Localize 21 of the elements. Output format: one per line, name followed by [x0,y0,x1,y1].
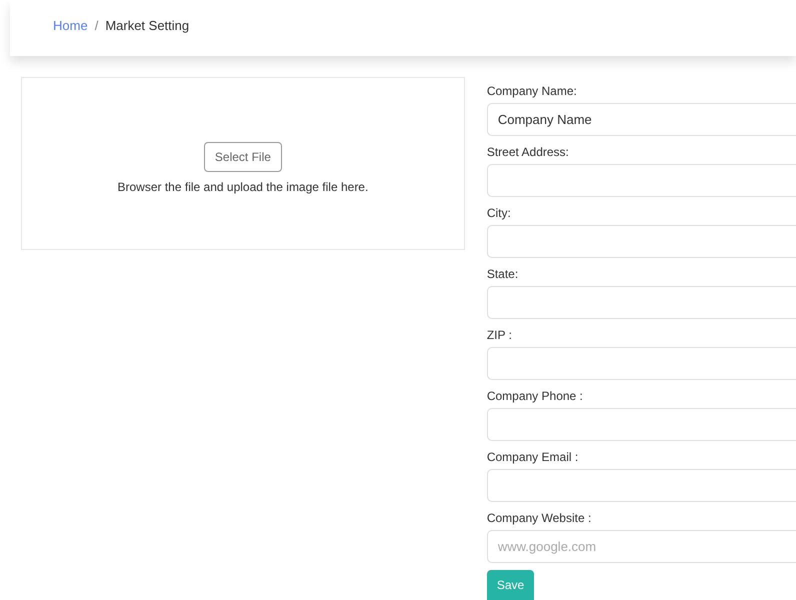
upload-hint: Browser the file and upload the image file here. [118,180,368,194]
input-field[interactable] [486,347,796,380]
input-field[interactable] [486,286,796,319]
breadcrumb-current: Market Setting [105,18,190,32]
input-field[interactable] [486,164,796,197]
select-file-button[interactable]: Select File [204,142,282,172]
field-label: ZIP : [486,327,513,343]
field-label: Company Phone : [486,388,584,404]
field-label: State: [486,266,520,282]
field-label: Street Address: [486,144,570,160]
field-label: City: [486,205,512,221]
input-field[interactable] [486,469,796,502]
field-label: Company Name: [486,83,578,99]
field-label: Company Website : [486,510,592,526]
input-field[interactable] [486,225,796,258]
input-field[interactable]: www.google.com [486,530,796,563]
breadcrumb-separator: / [94,18,98,32]
field-label: Company Email : [486,449,580,465]
input-field[interactable]: Company Name [486,103,796,136]
input-field[interactable] [486,408,796,441]
breadcrumb-link[interactable]: Home [53,18,88,32]
